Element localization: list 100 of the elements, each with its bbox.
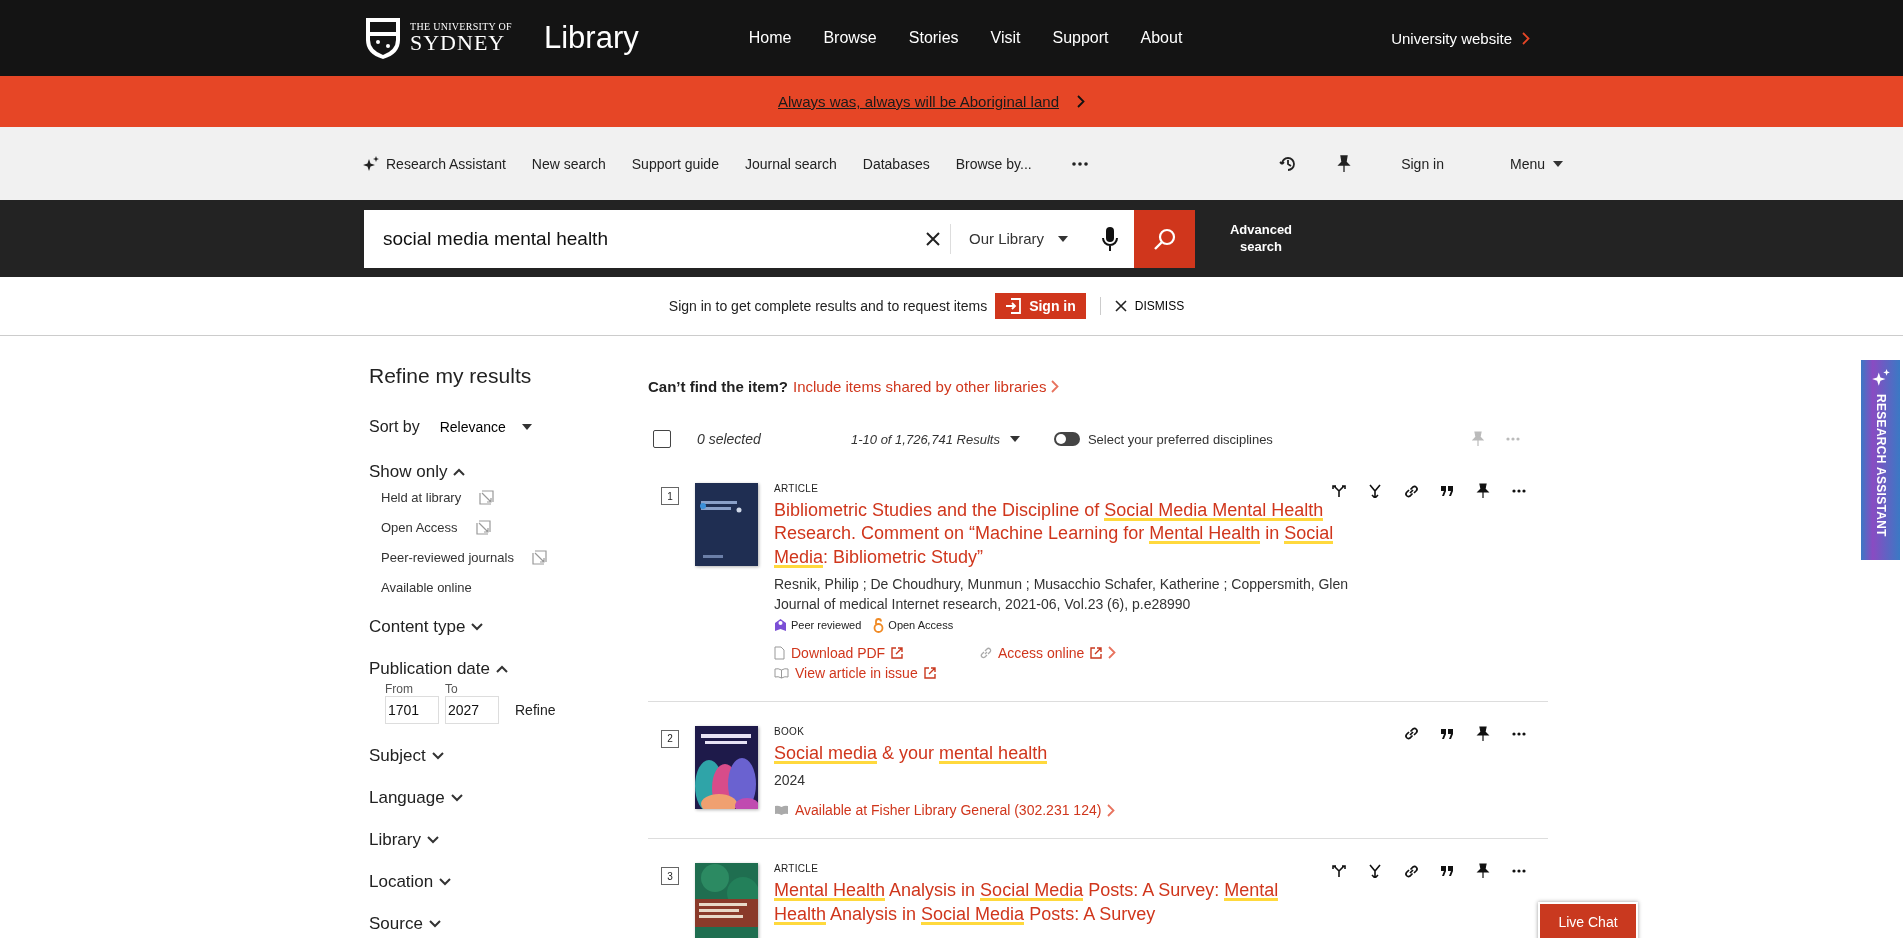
toolbar-link[interactable]: Databases — [862, 155, 930, 172]
filter-heading[interactable]: Source — [369, 914, 423, 934]
refine-button[interactable]: Refine — [509, 701, 562, 724]
include-libraries-link[interactable]: Include items shared by other libraries — [793, 378, 1047, 395]
sign-in-icon — [1005, 298, 1022, 314]
filter-heading[interactable]: Publication date — [369, 659, 490, 679]
pin-icon[interactable] — [1476, 725, 1490, 742]
sidebar-title: Refine my results — [369, 364, 533, 388]
research-assistant-tab[interactable]: RESEARCH ASSISTANT — [1861, 360, 1900, 560]
selected-count: 0 selected — [697, 431, 762, 447]
microphone-icon — [1102, 225, 1118, 252]
link-icon — [980, 646, 992, 659]
nav-link[interactable]: Stories — [908, 29, 959, 47]
quote-icon[interactable] — [1441, 728, 1454, 739]
availability-link[interactable]: Available at Fisher Library General (302.231 124) — [774, 802, 1548, 819]
link-icon[interactable] — [1404, 726, 1419, 742]
filter-option[interactable]: Open Access — [381, 520, 458, 535]
caret-icon — [1009, 436, 1020, 442]
close-icon — [925, 231, 940, 246]
quote-icon[interactable] — [1441, 486, 1454, 496]
toolbar-link[interactable]: Browse by... — [955, 155, 1032, 172]
field-label: To — [445, 682, 459, 696]
sign-in-button[interactable]: Sign in — [995, 293, 1086, 319]
nav-link[interactable]: Visit — [990, 29, 1021, 47]
search-button[interactable] — [1134, 209, 1195, 268]
citation-split-icon[interactable] — [1332, 484, 1346, 498]
toolbar-link[interactable]: Support guide — [631, 155, 719, 172]
filter-heading[interactable]: Location — [369, 872, 434, 892]
citation-split-icon[interactable] — [1332, 864, 1346, 879]
toggle-label: Select your preferred disciplines — [1087, 431, 1273, 447]
filter-option[interactable]: Peer-reviewed journals — [381, 550, 514, 565]
filter-option[interactable]: Held at library — [381, 490, 462, 505]
select-all-checkbox[interactable] — [653, 430, 671, 448]
pin-icon[interactable] — [1476, 863, 1490, 880]
quote-icon[interactable] — [1441, 866, 1454, 877]
filter-heading[interactable]: Content type — [369, 617, 466, 637]
history-icon[interactable] — [1279, 154, 1298, 173]
university-website-link[interactable]: University website — [1391, 29, 1530, 47]
external-link-icon — [1090, 646, 1103, 659]
from-year-field[interactable]: 1701 — [385, 696, 439, 724]
chevron-right-icon — [1107, 803, 1116, 817]
chevron-right-icon — [1522, 31, 1530, 45]
caret-icon — [1553, 160, 1563, 167]
result-title[interactable]: Social media & your mental health — [774, 741, 1334, 766]
citation-merge-icon[interactable] — [1368, 864, 1382, 879]
toolbar-link[interactable]: Journal search — [744, 155, 837, 172]
exclude-icon[interactable] — [479, 490, 495, 505]
nav-link[interactable]: Home — [748, 29, 792, 47]
sparkle-icon — [1870, 368, 1891, 388]
access-link[interactable]: Access online — [980, 644, 1548, 661]
filter-heading[interactable]: Show only — [369, 462, 448, 482]
result-type: BOOK — [774, 725, 805, 737]
filter-heading[interactable]: Library — [369, 830, 421, 850]
badge-label: Peer reviewed — [791, 619, 862, 632]
live-chat-button[interactable]: Live Chat — [1538, 902, 1638, 938]
sign-in-message: Sign in to get complete results and to request items — [668, 298, 988, 314]
citation-merge-icon[interactable] — [1368, 484, 1382, 498]
result-type: ARTICLE — [774, 863, 819, 875]
more-icon[interactable] — [1071, 161, 1088, 166]
menu-link[interactable]: Menu — [1509, 155, 1545, 172]
chevron-right-icon — [1077, 95, 1085, 108]
access-link[interactable]: Download PDF — [774, 644, 980, 661]
toolbar-link[interactable]: New search — [531, 155, 606, 172]
prompt-text: Can’t find the item? — [648, 378, 788, 395]
sort-dropdown[interactable]: Relevance — [433, 418, 538, 436]
filter-heading[interactable]: Subject — [369, 746, 426, 766]
result-number: 3 — [661, 867, 679, 886]
caret-icon — [1058, 235, 1068, 242]
advanced-search-link[interactable]: Advanced search — [1216, 221, 1306, 256]
exclude-icon[interactable] — [531, 550, 547, 565]
open-lock-icon — [873, 617, 885, 633]
nav-link[interactable]: Browse — [823, 29, 877, 47]
disciplines-toggle[interactable] — [1053, 432, 1080, 446]
toolbar-link[interactable]: Research Assistant — [362, 154, 506, 173]
pin-icon[interactable] — [1337, 154, 1352, 173]
filter-option[interactable]: Available online — [381, 580, 472, 595]
link-icon[interactable] — [1404, 483, 1419, 499]
result-number: 2 — [661, 729, 679, 748]
result-detail: 2024 — [774, 771, 807, 791]
nav-link[interactable]: Support — [1052, 29, 1109, 47]
search-field[interactable]: social media mental health Our Library — [364, 209, 1134, 268]
results-count-dropdown[interactable]: 1-10 of 1,726,741 Results — [845, 430, 1026, 448]
more-icon[interactable] — [1512, 489, 1526, 493]
pin-icon[interactable] — [1476, 483, 1490, 499]
more-icon[interactable] — [1512, 869, 1526, 874]
access-link[interactable]: View article in issue — [774, 664, 980, 681]
nav-link[interactable]: About — [1140, 29, 1183, 47]
dismiss-button[interactable]: DISMISS — [1099, 297, 1185, 315]
more-icon[interactable] — [1512, 731, 1526, 736]
exclude-icon[interactable] — [475, 520, 491, 535]
link-icon[interactable] — [1404, 863, 1419, 879]
filter-heading[interactable]: Language — [369, 788, 445, 808]
sign-in-link[interactable]: Sign in — [1401, 155, 1444, 172]
external-link-icon — [923, 666, 936, 679]
logo-text: SYDNEY — [410, 32, 507, 54]
to-year-field[interactable]: 2027 — [445, 696, 499, 724]
site-title: Library — [543, 20, 639, 56]
result-detail: Journal of medical Internet research, 2021-06, Vol.23 (6), p.e28990 — [774, 595, 1192, 615]
banner-link[interactable]: Always was, always will be Aboriginal land — [778, 93, 1059, 110]
caret-icon — [521, 424, 532, 430]
